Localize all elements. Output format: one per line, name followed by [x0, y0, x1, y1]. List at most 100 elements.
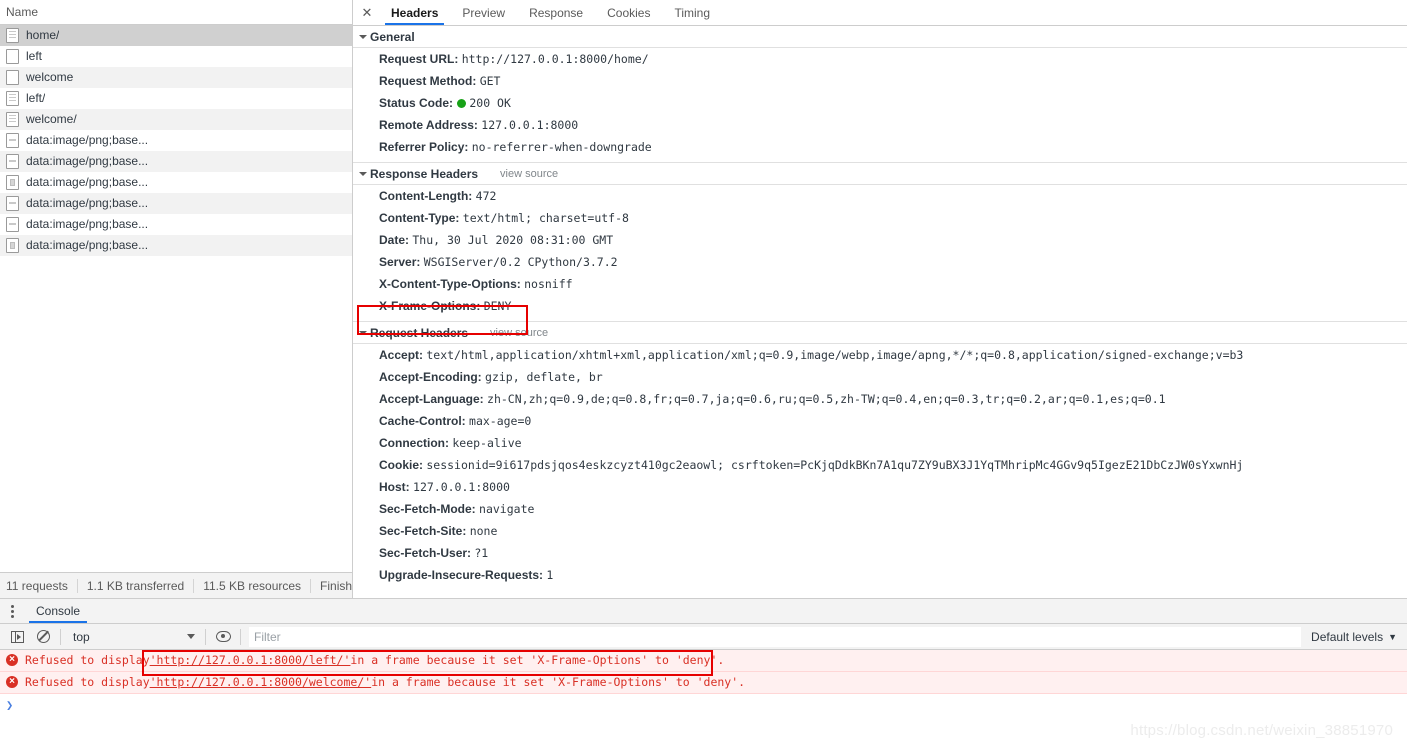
message-link[interactable]: 'http://127.0.0.1:8000/left/' [150, 652, 351, 668]
message-link[interactable]: 'http://127.0.0.1:8000/welcome/' [150, 674, 372, 690]
request-row-cache-control: Cache-Control: max-age=0 [353, 410, 1407, 432]
error-icon: × [6, 654, 18, 666]
header-name: Remote Address: [379, 118, 478, 132]
request-row-data-image-5[interactable]: data:image/png;base... [0, 214, 352, 235]
general-row-remote-address: Remote Address: 127.0.0.1:8000 [353, 114, 1407, 136]
header-name: Host: [379, 480, 410, 494]
divider [60, 628, 61, 645]
header-name: Content-Type: [379, 211, 460, 225]
header-name: Referrer Policy: [379, 140, 469, 154]
header-value: sessionid=9i617pdsjqos4eskzcyzt410gc2eao… [426, 458, 1244, 472]
console-error-message[interactable]: × Refused to display 'http://127.0.0.1:8… [0, 672, 1407, 694]
general-section: General Request URL: http://127.0.0.1:80… [353, 26, 1407, 163]
header-value: ?1 [474, 546, 489, 560]
execution-context-select[interactable]: top [65, 630, 201, 644]
log-levels-select[interactable]: Default levels ▼ [1301, 630, 1407, 644]
tab-headers[interactable]: Headers [379, 0, 450, 25]
header-value: 200 OK [469, 96, 511, 110]
response-headers-section-header[interactable]: Response Headers view source [353, 163, 1407, 185]
request-name: data:image/png;base... [26, 133, 149, 147]
request-row-data-image-2[interactable]: data:image/png;base... [0, 151, 352, 172]
header-value: gzip, deflate, br [485, 370, 603, 384]
header-name: Accept-Encoding: [379, 370, 482, 384]
view-source-link[interactable]: view source [490, 327, 548, 339]
console-error-message[interactable]: × Refused to display 'http://127.0.0.1:8… [0, 650, 1407, 672]
request-headers-section-header[interactable]: Request Headers view source [353, 322, 1407, 344]
blank-doc-icon [6, 69, 19, 85]
document-icon [6, 90, 19, 106]
view-source-link[interactable]: view source [500, 168, 558, 180]
request-row-home[interactable]: home/ [0, 25, 352, 46]
header-value: 127.0.0.1:8000 [481, 118, 579, 132]
image-thumb-icon [6, 174, 19, 190]
requests-list[interactable]: home/ left welcome left/ welcome/ data:i… [0, 25, 352, 598]
image-icon [6, 132, 19, 148]
header-name: X-Content-Type-Options: [379, 277, 521, 291]
header-value: zh-CN,zh;q=0.9,de;q=0.8,fr;q=0.7,ja;q=0.… [487, 392, 1166, 406]
request-row-sec-fetch-site: Sec-Fetch-Site: none [353, 520, 1407, 542]
image-thumb-icon [6, 237, 19, 253]
request-row-left[interactable]: left [0, 46, 352, 67]
more-options-icon[interactable] [0, 599, 24, 623]
message-suffix: in a frame because it set 'X-Frame-Optio… [350, 653, 725, 667]
tab-timing[interactable]: Timing [662, 0, 722, 25]
request-row-upgrade-insecure-requests: Upgrade-Insecure-Requests: 1 [353, 564, 1407, 586]
headers-content: General Request URL: http://127.0.0.1:80… [353, 26, 1407, 598]
image-icon [6, 195, 19, 211]
response-headers-label: Response Headers [370, 166, 479, 181]
requests-pane: Name home/ left welcome left/ welcome/ d… [0, 0, 353, 598]
request-row-host: Host: 127.0.0.1:8000 [353, 476, 1407, 498]
divider [240, 628, 241, 645]
tab-cookies[interactable]: Cookies [595, 0, 662, 25]
resources-size: 11.5 KB resources [194, 578, 312, 593]
image-icon [6, 216, 19, 232]
document-icon [6, 27, 19, 43]
response-row-server: Server: WSGIServer/0.2 CPython/3.7.2 [353, 251, 1407, 273]
request-name: left/ [26, 91, 46, 105]
request-row-data-image-1[interactable]: data:image/png;base... [0, 130, 352, 151]
tab-preview[interactable]: Preview [450, 0, 517, 25]
header-value: text/html; charset=utf-8 [462, 211, 629, 225]
filter-input[interactable] [249, 626, 1302, 647]
request-name: left [26, 49, 43, 63]
general-section-header[interactable]: General [353, 26, 1407, 48]
header-value: 472 [475, 189, 497, 203]
tab-console[interactable]: Console [24, 599, 92, 623]
drawer-tab-bar: Console [0, 599, 1407, 624]
response-row-content-type: Content-Type: text/html; charset=utf-8 [353, 207, 1407, 229]
request-row-accept: Accept: text/html,application/xhtml+xml,… [353, 344, 1407, 366]
request-row-data-image-3[interactable]: data:image/png;base... [0, 172, 352, 193]
header-value: text/html,application/xhtml+xml,applicat… [426, 348, 1244, 362]
request-row-left-slash[interactable]: left/ [0, 88, 352, 109]
live-expression-eye-icon[interactable] [210, 625, 236, 649]
image-icon [6, 153, 19, 169]
request-headers-label: Request Headers [370, 325, 469, 340]
status-ok-icon [457, 99, 467, 108]
header-value: navigate [479, 502, 535, 516]
detail-tab-bar: ✕ Headers Preview Response Cookies Timin… [353, 0, 1407, 26]
response-row-date: Date: Thu, 30 Jul 2020 08:31:00 GMT [353, 229, 1407, 251]
prompt-caret-icon: ❯ [6, 698, 14, 712]
request-row-data-image-6[interactable]: data:image/png;base... [0, 235, 352, 256]
console-toolbar: top Default levels ▼ [0, 624, 1407, 650]
close-icon[interactable]: ✕ [355, 0, 379, 25]
console-prompt[interactable]: ❯ [0, 694, 1407, 716]
response-row-content-length: Content-Length: 472 [353, 185, 1407, 207]
general-row-status-code: Status Code: 200 OK [353, 92, 1407, 114]
request-row-welcome-slash[interactable]: welcome/ [0, 109, 352, 130]
console-sidebar-icon[interactable] [4, 625, 30, 649]
request-row-data-image-4[interactable]: data:image/png;base... [0, 193, 352, 214]
clear-console-icon[interactable] [30, 625, 56, 649]
request-row-sec-fetch-user: Sec-Fetch-User: ?1 [353, 542, 1407, 564]
general-row-request-url: Request URL: http://127.0.0.1:8000/home/ [353, 48, 1407, 70]
chevron-down-icon [359, 330, 367, 335]
devtools-window: Name home/ left welcome left/ welcome/ d… [0, 0, 1407, 747]
header-value: nosniff [524, 277, 573, 291]
document-icon [6, 111, 19, 127]
request-row-welcome[interactable]: welcome [0, 67, 352, 88]
request-name: data:image/png;base... [26, 217, 149, 231]
request-name: data:image/png;base... [26, 196, 149, 210]
tab-response[interactable]: Response [517, 0, 595, 25]
header-value: 127.0.0.1:8000 [413, 480, 510, 494]
header-value: GET [479, 74, 501, 88]
